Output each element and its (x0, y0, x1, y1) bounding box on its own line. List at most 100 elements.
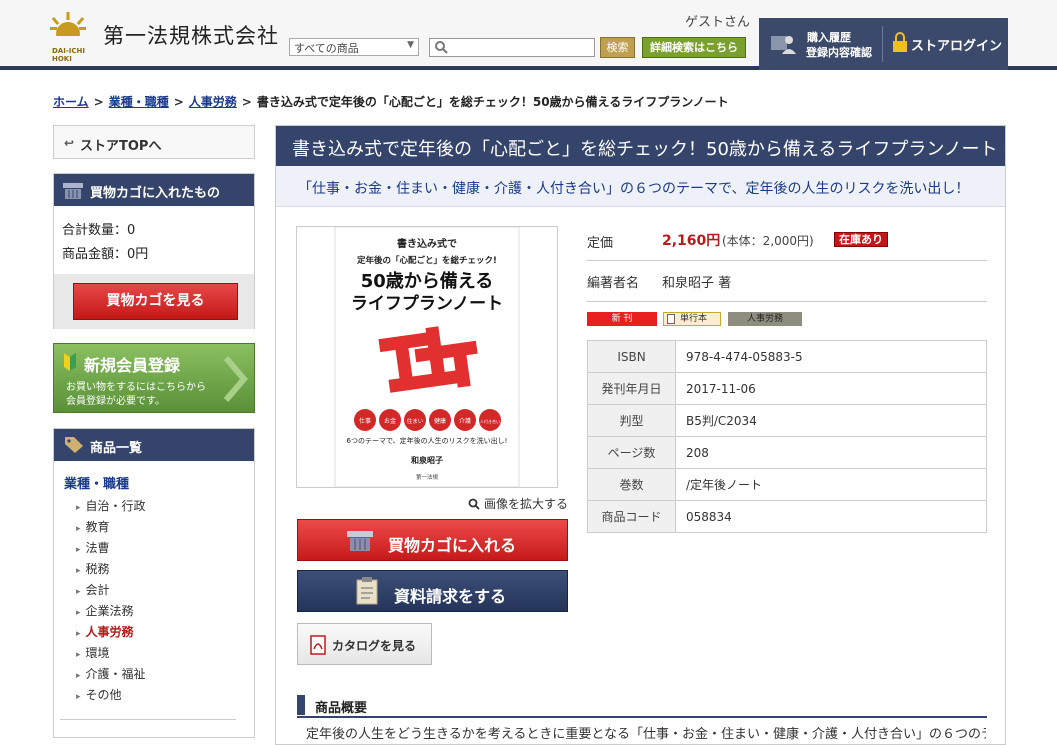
new-member-register-banner[interactable]: 新規会員登録 お買い物をするにはこちらから 会員登録が必要です。 (53, 343, 255, 413)
author-value: 和泉昭子 著 (662, 276, 732, 291)
advanced-search-button[interactable]: 詳細検索はこちら (642, 37, 746, 58)
info-divider (587, 260, 987, 261)
cover-tagline: 6つのテーマで、定年後の人生のリスクを洗い出し! (347, 436, 508, 445)
back-arrow-icon: ↩ (64, 136, 75, 150)
request-materials-button[interactable]: 資料請求をする (297, 570, 568, 612)
breadcrumb-home[interactable]: ホーム (53, 95, 89, 109)
company-name[interactable]: 第一法規株式会社 (103, 20, 279, 50)
breadcrumb-subcategory[interactable]: 人事労務 (189, 95, 237, 109)
nav-divider (882, 26, 883, 62)
add-to-cart-label: 買物カゴに入れる (388, 536, 517, 555)
spec-value: 978-4-474-05883-5 (675, 340, 987, 373)
svg-text:お金: お金 (384, 417, 396, 425)
cover-publisher: 第一法規 (416, 473, 439, 481)
cover-author: 和泉昭子 (411, 455, 443, 465)
view-cart-button[interactable]: 買物カゴを見る (73, 283, 238, 320)
svg-text:介護: 介護 (459, 417, 471, 425)
category-item-kyoiku[interactable]: 教育 (76, 518, 146, 539)
cart-total-quantity: 合計数量：0 (62, 223, 136, 238)
heading-accent-bar (297, 695, 305, 715)
spec-key: 発刊年月日 (587, 372, 676, 405)
header-account-nav: 購入履歴 登録内容確認 ストアログイン (759, 18, 1008, 70)
category-item-hoso[interactable]: 法曹 (76, 539, 146, 560)
purchase-history-link[interactable]: 購入履歴 (807, 29, 851, 45)
category-item-sonota[interactable]: その他 (76, 686, 146, 707)
category-item-kankyo[interactable]: 環境 (76, 644, 146, 665)
zoom-image-link[interactable]: 画像を拡大する (484, 495, 568, 512)
register-subtext-2: 会員登録が必要です。 (66, 396, 165, 407)
cover-title-1: 50歳から備える (361, 270, 494, 292)
category-divider (60, 719, 236, 720)
product-category-header: 商品一覧 (54, 429, 254, 461)
search-category-select[interactable]: すべての商品 ▼ (289, 38, 419, 56)
category-item-zeimu[interactable]: 税務 (76, 560, 146, 581)
cart-summary-title: 買物カゴに入れたもの (90, 186, 221, 201)
store-top-link[interactable]: ↩ ストアTOPへ (53, 125, 255, 159)
summary-heading: 商品概要 (297, 694, 987, 718)
site-header: DAI-ICHI HOKI 第一法規株式会社 ゲストさん すべての商品 ▼ 検索 詳… (0, 0, 1057, 70)
lock-icon[interactable] (893, 32, 907, 52)
add-to-cart-button[interactable]: 買物カゴに入れる (297, 519, 568, 561)
pdf-icon (310, 635, 326, 655)
price-value: 2,160円 (662, 233, 721, 249)
svg-text:仕事: 仕事 (359, 417, 371, 425)
search-icon (435, 41, 448, 54)
registration-info-link[interactable]: 登録内容確認 (806, 44, 872, 60)
search-button[interactable]: 検索 (600, 37, 635, 58)
breadcrumb-current: 書き込み式で定年後の「心配ごと」を総チェック！50歳から備えるライフプランノート (256, 95, 729, 109)
table-row: ページ数 208 (587, 436, 987, 469)
cover-line-2: 定年後の「心配ごと」を総チェック! (356, 255, 497, 266)
product-category-box: 商品一覧 業種・職種 自治・行政 教育 法曹 税務 会計 企業法務 人事労務 環… (53, 428, 255, 738)
table-row: 巻数/定年後ノート (587, 468, 987, 501)
logo-subtext: DAI-ICHI HOKI (52, 47, 85, 63)
search-input[interactable] (429, 38, 595, 57)
spec-key: ページ数 (587, 436, 676, 469)
product-category-title: 商品一覧 (90, 441, 143, 456)
category-item-kigyo-homu[interactable]: 企業法務 (76, 602, 146, 623)
new-release-badge: 新 刊 (587, 312, 657, 326)
table-row: 商品コード 058834 (587, 500, 987, 533)
view-catalog-button[interactable]: カタログを見る (297, 623, 432, 665)
category-item-kaigo[interactable]: 介護・福祉 (76, 665, 146, 686)
store-top-label: ストアTOPへ (80, 139, 162, 154)
beginner-mark-icon (64, 353, 76, 371)
spec-key: 判型 (587, 404, 676, 437)
user-history-icon[interactable] (771, 32, 797, 54)
view-cart-area: 買物カゴを見る (54, 274, 254, 329)
breadcrumb: ホーム > 業種・職種 > 人事労務 > 書き込み式で定年後の「心配ごと」を総チェック！50… (53, 95, 729, 109)
book-cover-illustration: 書き込み式で 定年後の「心配ごと」を総チェック! 50歳から備える ライフプラン… (334, 226, 520, 488)
spec-value: 208 (675, 436, 987, 469)
cover-title-2: ライフプランノート (351, 293, 503, 314)
svg-text:健康: 健康 (434, 417, 446, 425)
stock-badge: 在庫あり (834, 232, 888, 247)
zoom-icon[interactable] (468, 498, 480, 510)
basket-icon (347, 531, 373, 551)
category-list: 自治・行政 教育 法曹 税務 会計 企業法務 人事労務 環境 介護・福祉 その他 (76, 497, 146, 707)
company-logo-icon[interactable] (50, 12, 86, 46)
book-icon (667, 314, 675, 324)
breadcrumb-category[interactable]: 業種・職種 (109, 95, 169, 109)
category-badge: 人事労務 (728, 312, 802, 326)
product-detail: 書き込み式で定年後の「心配ごと」を総チェック！50歳から備えるライフプランノート… (275, 125, 1006, 745)
cart-summary-header: 買物カゴに入れたもの (54, 174, 254, 206)
format-badge: 単行本 (663, 312, 721, 326)
tag-icon (65, 437, 83, 453)
svg-text:住まい: 住まい (407, 417, 424, 425)
category-item-jichi[interactable]: 自治・行政 (76, 497, 146, 518)
register-subtext-1: お買い物をするにはこちらから (66, 382, 206, 393)
svg-text:人付き合い: 人付き合い (480, 418, 500, 424)
clipboard-icon (356, 577, 378, 605)
category-item-jinji-romu[interactable]: 人事労務 (76, 623, 146, 644)
spec-value: B5判/C2034 (675, 404, 987, 437)
chevron-down-icon: ▼ (407, 40, 414, 50)
store-login-link[interactable]: ストアログイン (911, 35, 1002, 54)
product-title: 書き込み式で定年後の「心配ごと」を総チェック！50歳から備えるライフプランノート (276, 126, 1005, 166)
product-spec-table: ISBN 978-4-474-05883-5 発刊年月日 2017-11-06 判型… (587, 340, 987, 533)
category-group-heading[interactable]: 業種・職種 (64, 473, 129, 492)
chevron-right-icon (223, 356, 248, 402)
price-label: 定価 (587, 236, 614, 251)
spec-key: ISBN (587, 340, 676, 373)
book-cover-image[interactable]: 書き込み式で 定年後の「心配ごと」を総チェック! 50歳から備える ライフプラン… (296, 226, 558, 488)
base-price: (本体：2,000円) (722, 234, 814, 248)
category-item-kaikei[interactable]: 会計 (76, 581, 146, 602)
